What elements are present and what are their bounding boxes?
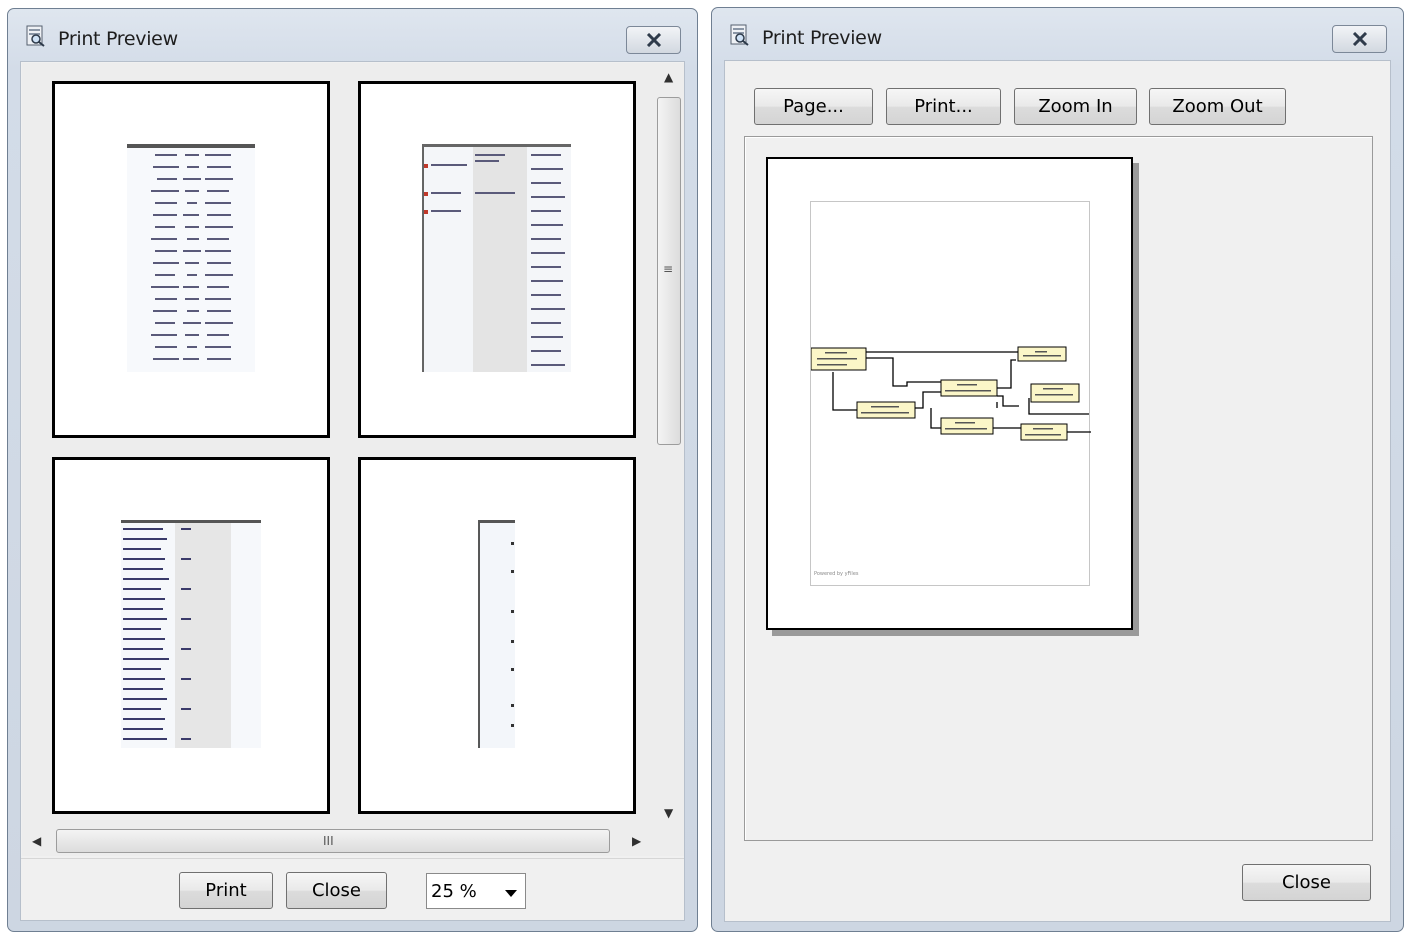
diagram-node <box>856 401 916 419</box>
vertical-scroll-thumb[interactable]: ≡ <box>657 97 681 445</box>
print-preview-window-right: Print Preview Page... Print... Zoom In Z… <box>711 7 1404 932</box>
pages-viewport <box>22 63 654 826</box>
page-thumbnail-3[interactable] <box>52 457 330 814</box>
bottom-bar: Print Close 25 % <box>21 858 684 920</box>
zoom-out-button[interactable]: Zoom Out <box>1149 88 1286 125</box>
preview-client-area: Page... Print... Zoom In Zoom Out Powere… <box>724 60 1391 922</box>
diagram-node <box>940 379 998 397</box>
diagram <box>810 346 1091 441</box>
preview-page[interactable]: Powered by yFiles <box>766 157 1133 630</box>
print-button[interactable]: Print <box>179 872 273 909</box>
page-thumbnail-1[interactable] <box>52 81 330 438</box>
page-thumbnail-2[interactable] <box>358 81 636 438</box>
vertical-grip: ≡ <box>663 262 674 276</box>
close-icon[interactable] <box>626 26 681 54</box>
page-1-content <box>127 144 255 372</box>
title-bar: Print Preview <box>8 9 697 55</box>
scroll-up-icon[interactable]: ▲ <box>664 71 673 83</box>
window-title: Print Preview <box>762 27 882 49</box>
close-button[interactable]: Close <box>286 872 387 909</box>
diagram-node <box>1020 423 1068 441</box>
horizontal-scrollbar[interactable]: ◀ III ▶ <box>22 826 654 856</box>
page-4-content <box>478 520 515 748</box>
chevron-down-icon[interactable] <box>505 890 517 897</box>
diagram-node <box>1017 346 1067 362</box>
scroll-corner <box>654 826 684 856</box>
zoom-value: 25 % <box>431 881 477 902</box>
scroll-down-icon[interactable]: ▼ <box>664 807 673 819</box>
diagram-node <box>1030 383 1080 403</box>
horizontal-scroll-thumb[interactable]: III <box>56 829 610 853</box>
preview-panel: Powered by yFiles <box>744 136 1373 841</box>
zoom-select[interactable]: 25 % <box>426 873 526 909</box>
print-preview-icon <box>730 24 749 46</box>
footer-note: Powered by yFiles <box>814 571 859 577</box>
page-thumbnail-4[interactable] <box>358 457 636 814</box>
vertical-scrollbar[interactable]: ▲ ≡ ▼ <box>654 63 684 826</box>
scroll-right-icon[interactable]: ▶ <box>632 835 641 847</box>
close-button[interactable]: Close <box>1242 864 1371 901</box>
zoom-in-button[interactable]: Zoom In <box>1014 88 1137 125</box>
page-3-content <box>121 520 261 748</box>
window-title: Print Preview <box>58 28 178 50</box>
horizontal-grip: III <box>323 834 334 848</box>
diagram-node <box>940 417 994 435</box>
title-bar: Print Preview <box>712 8 1403 54</box>
print-button[interactable]: Print... <box>886 88 1001 125</box>
print-preview-icon <box>26 25 45 47</box>
scroll-left-icon[interactable]: ◀ <box>32 835 41 847</box>
preview-client-area: ▲ ≡ ▼ ◀ III ▶ Print Close 25 % <box>20 61 685 921</box>
printable-area: Powered by yFiles <box>810 201 1091 586</box>
print-preview-window-left: Print Preview ▲ ≡ ▼ ◀ III ▶ Print Close … <box>7 8 698 932</box>
page-setup-button[interactable]: Page... <box>754 88 873 125</box>
page-2-content <box>422 144 571 372</box>
close-icon[interactable] <box>1332 25 1387 53</box>
